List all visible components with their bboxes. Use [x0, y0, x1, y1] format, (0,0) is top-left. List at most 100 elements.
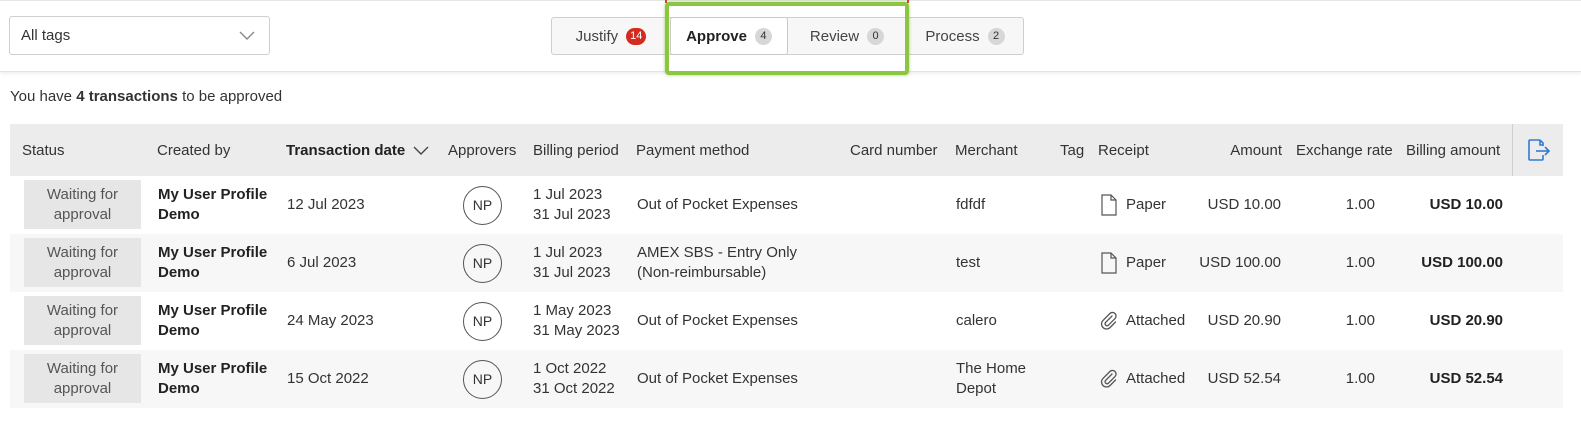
column-header-status[interactable]: Status — [22, 124, 65, 176]
billing-period-cell: 1 Jul 2023 31 Jul 2023 — [533, 243, 611, 283]
receipt-cell[interactable]: Attached — [1100, 350, 1185, 408]
billing-amount-cell: USD 20.90 — [1429, 312, 1503, 329]
billing-period-cell: 1 Oct 2022 31 Oct 2022 — [533, 359, 615, 399]
approver-avatar[interactable]: NP — [463, 359, 502, 399]
status-badge: Waiting for approval — [24, 238, 141, 287]
paperclip-icon — [1100, 311, 1117, 330]
transaction-date-cell: 12 Jul 2023 — [287, 196, 365, 213]
amount-cell: USD 20.90 — [1207, 312, 1281, 329]
document-icon — [1101, 194, 1117, 216]
amount-cell: USD 100.00 — [1199, 254, 1281, 271]
status-badge: Waiting for approval — [24, 296, 141, 345]
receipt-label: Attached — [1126, 370, 1186, 387]
billing-amount-cell: USD 100.00 — [1421, 254, 1503, 271]
receipt-label: Paper — [1126, 196, 1167, 213]
column-header-transaction-date[interactable]: Transaction date — [286, 124, 429, 176]
created-by-cell: My User Profile Demo — [158, 244, 268, 281]
payment-method-cell: Out of Pocket Expenses — [637, 370, 798, 387]
merchant-cell: calero — [956, 312, 997, 329]
tab-justify[interactable]: Justify 14 — [552, 18, 670, 54]
column-header-card-number[interactable]: Card number — [850, 124, 938, 176]
created-by-cell: My User Profile Demo — [158, 186, 268, 223]
table-row[interactable]: Waiting for approval My User Profile Dem… — [10, 234, 1563, 292]
transactions-summary: You have 4 transactions to be approved — [10, 88, 282, 105]
transaction-date-cell: 15 Oct 2022 — [287, 370, 369, 387]
receipt-cell[interactable]: Attached — [1100, 292, 1185, 350]
table-row[interactable]: Waiting for approval My User Profile Dem… — [10, 350, 1563, 408]
receipt-label: Attached — [1126, 312, 1186, 329]
count-badge: 4 — [754, 27, 772, 45]
tab-label: Justify — [575, 27, 619, 45]
period-start: 1 Jul 2023 — [533, 244, 603, 261]
billing-amount-cell: USD 52.54 — [1429, 370, 1503, 387]
tag-filter-value: All tags — [21, 27, 71, 44]
period-start: 1 Jul 2023 — [533, 186, 603, 203]
sort-descending-icon — [413, 146, 429, 155]
created-by-cell: My User Profile Demo — [158, 360, 268, 397]
payment-method-cell: AMEX SBS - Entry Only (Non-reimbursable) — [637, 244, 798, 281]
tab-process[interactable]: Process 2 — [906, 18, 1024, 54]
exchange-rate-cell: 1.00 — [1345, 370, 1375, 387]
document-icon — [1101, 252, 1117, 274]
tag-filter-dropdown[interactable]: All tags — [9, 16, 270, 55]
period-end: 31 Oct 2022 — [533, 380, 615, 397]
approver-avatar[interactable]: NP — [463, 185, 502, 225]
tab-label: Process — [925, 27, 980, 45]
summary-suffix: to be approved — [177, 88, 283, 105]
column-header-label: Transaction date — [286, 141, 406, 159]
approver-avatar[interactable]: NP — [463, 301, 502, 341]
column-header-amount[interactable]: Amount — [1200, 124, 1282, 176]
count-badge: 14 — [626, 27, 647, 45]
payment-method-cell: Out of Pocket Expenses — [637, 312, 798, 329]
receipt-cell[interactable]: Paper — [1100, 234, 1166, 292]
column-header-approvers[interactable]: Approvers — [448, 124, 516, 176]
merchant-cell: fdfdf — [956, 196, 986, 213]
table-row[interactable]: Waiting for approval My User Profile Dem… — [10, 292, 1563, 350]
receipt-label: Paper — [1126, 254, 1167, 271]
transaction-date-cell: 6 Jul 2023 — [287, 254, 357, 271]
billing-period-cell: 1 May 2023 31 May 2023 — [533, 301, 620, 341]
merchant-cell: test — [956, 254, 981, 271]
summary-prefix: You have — [10, 88, 77, 105]
period-start: 1 May 2023 — [533, 302, 612, 319]
column-header-tag[interactable]: Tag — [1060, 124, 1084, 176]
status-badge: Waiting for approval — [24, 180, 141, 229]
count-badge: 2 — [987, 27, 1005, 45]
period-start: 1 Oct 2022 — [533, 360, 607, 377]
period-end: 31 Jul 2023 — [533, 264, 611, 281]
tab-label: Review — [809, 27, 860, 45]
column-header-merchant[interactable]: Merchant — [955, 124, 1018, 176]
annotation-red-outline — [665, 0, 909, 3]
payment-method-cell: Out of Pocket Expenses — [637, 196, 798, 213]
tab-approve[interactable]: Approve 4 — [670, 17, 788, 55]
exchange-rate-cell: 1.00 — [1345, 254, 1375, 271]
status-badge: Waiting for approval — [24, 354, 141, 403]
period-end: 31 May 2023 — [533, 322, 620, 339]
period-end: 31 Jul 2023 — [533, 206, 611, 223]
table-row[interactable]: Waiting for approval My User Profile Dem… — [10, 176, 1563, 234]
column-header-created-by[interactable]: Created by — [157, 124, 230, 176]
column-header-receipt[interactable]: Receipt — [1098, 124, 1149, 176]
transaction-date-cell: 24 May 2023 — [287, 312, 374, 329]
exchange-rate-cell: 1.00 — [1345, 312, 1375, 329]
approver-avatar[interactable]: NP — [463, 243, 502, 283]
export-icon[interactable] — [1525, 137, 1551, 163]
column-header-exchange-rate[interactable]: Exchange rate — [1296, 124, 1393, 176]
column-header-payment-method[interactable]: Payment method — [636, 124, 749, 176]
summary-count: 4 transactions — [76, 88, 178, 105]
created-by-cell: My User Profile Demo — [158, 302, 268, 339]
merchant-cell: The Home Depot — [956, 360, 1027, 397]
workflow-tabs: Justify 14 Approve 4 Review 0 Process 2 — [551, 17, 1024, 55]
paperclip-icon — [1100, 369, 1117, 388]
billing-amount-cell: USD 10.00 — [1429, 196, 1503, 213]
tab-label: Approve — [686, 27, 747, 45]
tab-review[interactable]: Review 0 — [788, 18, 906, 54]
billing-period-cell: 1 Jul 2023 31 Jul 2023 — [533, 185, 611, 225]
count-badge: 0 — [867, 27, 885, 45]
exchange-rate-cell: 1.00 — [1345, 196, 1375, 213]
column-header-billing-amount[interactable]: Billing amount — [1406, 124, 1500, 176]
chevron-down-icon — [239, 31, 255, 40]
column-header-billing-period[interactable]: Billing period — [533, 124, 619, 176]
amount-cell: USD 10.00 — [1207, 196, 1281, 213]
receipt-cell[interactable]: Paper — [1100, 176, 1166, 234]
